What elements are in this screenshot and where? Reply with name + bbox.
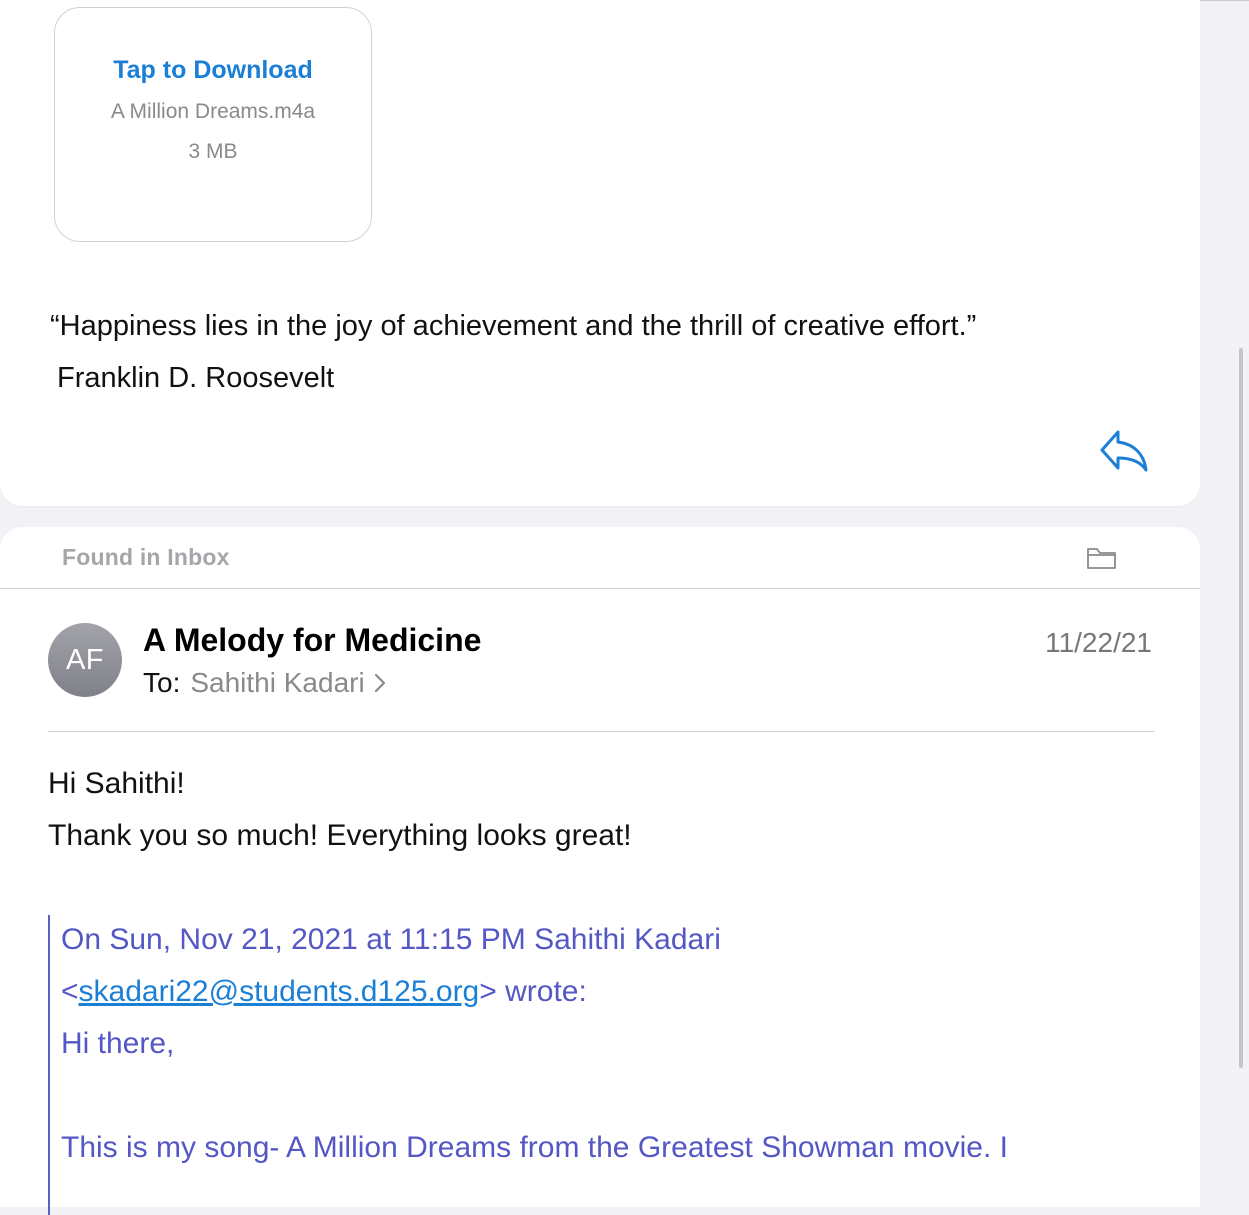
quoted-header-line: On Sun, Nov 21, 2021 at 11:15 PM Sahithi… bbox=[61, 923, 721, 956]
previous-message-card: Tap to Download A Million Dreams.m4a 3 M… bbox=[0, 0, 1200, 506]
attachment-tile[interactable]: Tap to Download A Million Dreams.m4a 3 M… bbox=[54, 7, 372, 242]
reply-button[interactable] bbox=[1098, 428, 1150, 474]
mailbox-location-label: Found in Inbox bbox=[62, 544, 230, 570]
quoted-header-close: > wrote: bbox=[479, 975, 587, 1008]
message-date: 11/22/21 bbox=[1045, 627, 1152, 658]
move-to-folder-button[interactable] bbox=[1086, 545, 1118, 571]
attachment-file-size: 3 MB bbox=[188, 140, 238, 163]
to-label: To: bbox=[143, 667, 181, 698]
recipient-name[interactable]: Sahithi Kadari bbox=[190, 667, 364, 699]
current-message-card: Found in Inbox AF A Melody for Medicine … bbox=[0, 527, 1200, 1215]
body-greeting: Hi Sahithi! bbox=[48, 767, 185, 800]
chevron-right-icon[interactable] bbox=[373, 672, 387, 694]
scrollbar[interactable] bbox=[1239, 348, 1243, 1068]
signature-quote-author: Franklin D. Roosevelt bbox=[57, 362, 335, 394]
quoted-text-bar bbox=[48, 915, 50, 1215]
sender-avatar[interactable]: AF bbox=[48, 623, 122, 697]
folder-icon bbox=[1087, 548, 1116, 569]
sender-email-link[interactable]: skadari22@students.d125.org bbox=[79, 975, 480, 1008]
tap-to-download-label[interactable]: Tap to Download bbox=[55, 56, 371, 85]
recipient-row: To: Sahithi Kadari bbox=[143, 667, 387, 699]
quoted-body-line: This is my song- A Million Dreams from t… bbox=[61, 1131, 1008, 1164]
quoted-header-email-line: <skadari22@students.d125.org> wrote: bbox=[61, 975, 587, 1009]
mailbox-divider bbox=[0, 588, 1200, 589]
attachment-file-name: A Million Dreams.m4a bbox=[110, 100, 316, 123]
header-divider bbox=[48, 731, 1154, 732]
quoted-greeting: Hi there, bbox=[61, 1027, 175, 1060]
body-line: Thank you so much! Everything looks grea… bbox=[48, 819, 632, 852]
reply-arrow-icon bbox=[1100, 430, 1148, 472]
signature-quote: “Happiness lies in the joy of achievemen… bbox=[50, 310, 977, 342]
quoted-header-open: < bbox=[61, 975, 79, 1008]
sender-name[interactable]: A Melody for Medicine bbox=[143, 622, 481, 659]
